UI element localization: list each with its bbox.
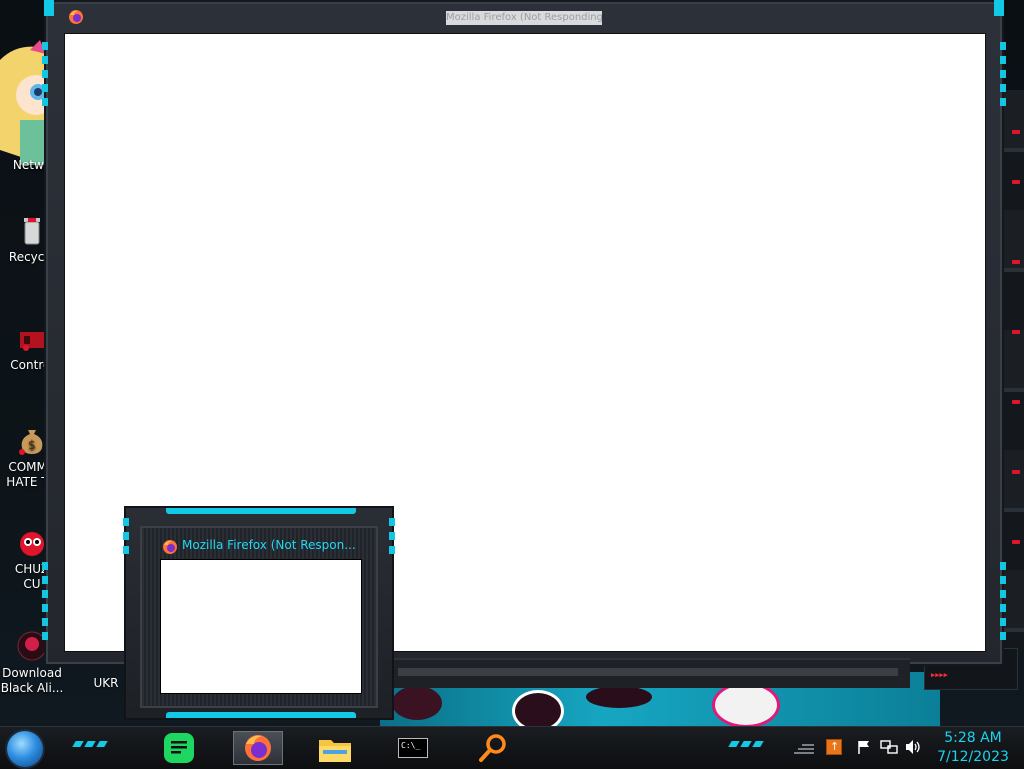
window-status-bar bbox=[392, 658, 910, 688]
taskbar-button-spotify[interactable] bbox=[156, 731, 202, 765]
clock-date: 7/12/2023 bbox=[937, 749, 1009, 765]
preview-accent bbox=[166, 508, 356, 514]
frame-accent bbox=[42, 562, 48, 642]
desktop-icon-ukr[interactable]: UKR bbox=[88, 676, 124, 691]
frame-accent bbox=[1000, 42, 1006, 112]
taskbar: C:\_ ↑ 5:28 AM 7/12/2023 bbox=[0, 726, 1024, 769]
taskbar-accent bbox=[96, 741, 108, 747]
java-update-glyph: ↑ bbox=[830, 740, 840, 753]
red-led bbox=[1012, 540, 1020, 544]
hud-arrows: ▶▶▶▶ bbox=[931, 671, 948, 679]
terminal-text: C:\_ bbox=[401, 741, 421, 750]
spotify-icon bbox=[164, 733, 194, 763]
preview-title: Mozilla Firefox (Not Respon... bbox=[182, 538, 356, 552]
start-button[interactable] bbox=[7, 731, 43, 767]
red-led bbox=[1012, 260, 1020, 264]
terminal-icon: C:\_ bbox=[398, 738, 428, 758]
taskbar-accent bbox=[752, 741, 764, 747]
svg-text:$: $ bbox=[28, 438, 36, 452]
taskbar-button-file-explorer[interactable] bbox=[312, 731, 358, 765]
folder-icon bbox=[319, 740, 351, 762]
preview-thumbnail[interactable] bbox=[160, 559, 362, 694]
firefox-icon bbox=[69, 10, 83, 24]
wallpaper-shoe bbox=[586, 686, 652, 708]
window-titlebar[interactable]: Mozilla Firefox (Not Responding) bbox=[46, 2, 1002, 32]
frame-accent bbox=[1000, 562, 1006, 642]
desktop-icon-label: Download Black Ali... bbox=[0, 666, 64, 695]
red-led bbox=[1012, 180, 1020, 184]
taskbar-button-search[interactable] bbox=[470, 731, 516, 765]
frame-accent bbox=[44, 0, 54, 16]
wallpaper-shoe bbox=[392, 686, 442, 720]
desktop-icon-label: UKR bbox=[93, 676, 119, 690]
preview-accent bbox=[389, 518, 395, 554]
java-update-icon[interactable]: ↑ bbox=[826, 739, 842, 755]
desktop: ▶▶▶▶ ▶▶▶▶ Netwo Recycle Control $ bbox=[0, 0, 1024, 768]
horizontal-scrollbar[interactable] bbox=[398, 668, 898, 676]
taskbar-thumbnail-preview[interactable]: Mozilla Firefox (Not Respon... bbox=[123, 506, 395, 720]
clock-time: 5:28 AM bbox=[944, 730, 1002, 746]
frame-accent bbox=[994, 0, 1004, 16]
taskbar-button-command-prompt[interactable]: C:\_ bbox=[390, 731, 436, 765]
action-center-flag-icon[interactable] bbox=[856, 739, 872, 755]
taskbar-button-firefox[interactable] bbox=[233, 731, 283, 765]
red-led bbox=[1012, 330, 1020, 334]
red-led bbox=[1012, 400, 1020, 404]
frame-accent bbox=[42, 42, 48, 112]
search-icon bbox=[479, 734, 506, 762]
preview-accent bbox=[123, 518, 129, 554]
window-title: Mozilla Firefox (Not Responding) bbox=[446, 11, 602, 25]
taskbar-accent bbox=[740, 741, 752, 747]
taskbar-accent bbox=[72, 741, 84, 747]
volume-icon[interactable] bbox=[904, 739, 922, 755]
show-hidden-icon[interactable] bbox=[792, 741, 816, 755]
firefox-icon bbox=[245, 735, 271, 761]
taskbar-accent bbox=[84, 741, 96, 747]
taskbar-accent bbox=[728, 741, 740, 747]
firefox-icon bbox=[163, 540, 177, 554]
system-clock[interactable]: 5:28 AM 7/12/2023 bbox=[930, 729, 1016, 767]
network-icon[interactable] bbox=[880, 739, 898, 755]
preview-accent bbox=[166, 712, 356, 718]
red-led bbox=[1012, 130, 1020, 134]
red-led bbox=[1012, 470, 1020, 474]
wallpaper-shoe bbox=[712, 682, 780, 728]
